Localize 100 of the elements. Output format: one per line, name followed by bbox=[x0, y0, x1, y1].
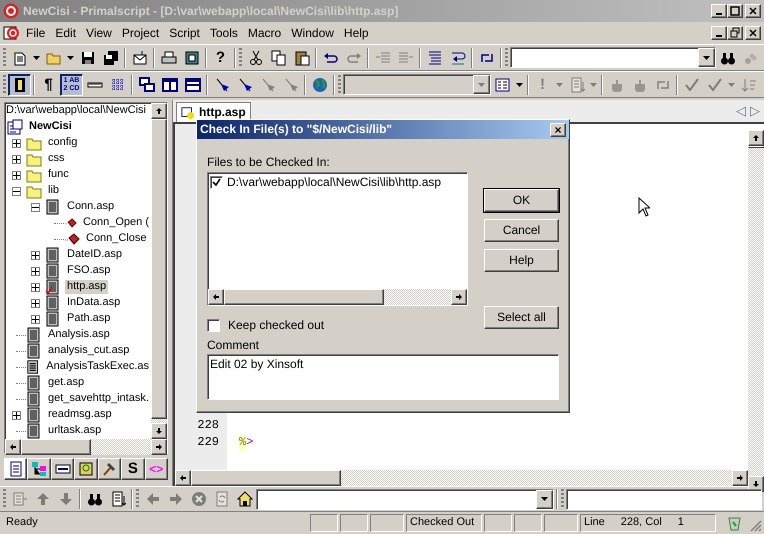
expand-button[interactable] bbox=[31, 298, 40, 308]
menu-item[interactable]: Edit bbox=[50, 26, 82, 40]
collapse-button[interactable] bbox=[12, 186, 21, 196]
scroll-left-button[interactable] bbox=[208, 289, 224, 306]
menu-item[interactable]: Help bbox=[338, 26, 374, 40]
tree-item[interactable]: lib bbox=[46, 184, 62, 198]
menu-item[interactable]: Script bbox=[164, 26, 205, 40]
scroll-up-button[interactable] bbox=[151, 103, 167, 119]
dialog-button[interactable]: Cancel bbox=[484, 219, 559, 242]
dialog-button[interactable]: Help bbox=[484, 249, 559, 272]
scroll-tabs-left[interactable]: ◁ bbox=[736, 103, 746, 119]
tree-item[interactable]: http.asp bbox=[65, 280, 108, 294]
expand-button[interactable] bbox=[31, 314, 40, 324]
plus-icon bbox=[32, 316, 39, 322]
scroll-right-button[interactable] bbox=[732, 470, 748, 486]
dropdown-button[interactable] bbox=[536, 490, 553, 508]
horizontal-scrollbar[interactable] bbox=[175, 470, 748, 486]
toolbar-button[interactable] bbox=[8, 74, 31, 96]
file-path: D:\var\webapp\local\NewCisi\lib\http.asp bbox=[227, 175, 442, 190]
dropdown-button[interactable] bbox=[698, 48, 715, 67]
tree-item[interactable]: func bbox=[46, 168, 71, 182]
expand-button[interactable] bbox=[12, 170, 21, 180]
scroll-left-button[interactable] bbox=[175, 470, 191, 486]
scroll-thumb[interactable] bbox=[21, 439, 91, 455]
minimize-button[interactable] bbox=[711, 26, 727, 40]
horizontal-scrollbar[interactable] bbox=[208, 289, 467, 306]
scroll-thumb[interactable] bbox=[748, 146, 764, 148]
tree-item[interactable]: Analysis.asp bbox=[46, 328, 112, 342]
scroll-down-button[interactable] bbox=[151, 423, 167, 439]
toolbar-button[interactable]: ? bbox=[209, 46, 232, 68]
collapse-button[interactable] bbox=[31, 202, 40, 212]
expand-button[interactable] bbox=[12, 410, 21, 420]
scroll-right-button[interactable] bbox=[151, 439, 167, 455]
expand-button[interactable] bbox=[12, 138, 21, 148]
panel-tab[interactable] bbox=[50, 458, 74, 480]
minimize-button[interactable] bbox=[711, 4, 727, 18]
tree-item[interactable]: FSO.asp bbox=[65, 264, 112, 278]
expand-button[interactable] bbox=[12, 154, 21, 164]
maximize-button[interactable] bbox=[727, 4, 743, 18]
tree-item[interactable]: config bbox=[46, 136, 80, 150]
scroll-thumb[interactable] bbox=[191, 470, 341, 486]
menu-item[interactable]: File bbox=[21, 26, 50, 40]
comment-field[interactable]: Edit 02 by Xinsoft bbox=[207, 354, 559, 400]
vertical-scrollbar[interactable] bbox=[748, 130, 764, 492]
checkbox[interactable] bbox=[207, 319, 220, 332]
tree-item[interactable]: AnalysisTaskExec.as bbox=[44, 360, 151, 374]
menu-item[interactable]: Macro bbox=[242, 26, 286, 40]
menu-item[interactable]: View bbox=[81, 26, 117, 40]
scroll-left-button[interactable] bbox=[5, 439, 21, 455]
status-panel bbox=[514, 514, 542, 532]
combo-box[interactable] bbox=[510, 47, 716, 68]
tree-item[interactable]: urltask.asp bbox=[46, 424, 104, 438]
resize-grip-icon[interactable] bbox=[750, 520, 762, 532]
panel-tab[interactable] bbox=[4, 458, 28, 480]
expand-button[interactable] bbox=[31, 266, 40, 276]
checkbox-label[interactable]: Keep checked out bbox=[228, 318, 324, 333]
lines-icon bbox=[426, 50, 442, 66]
tree-item[interactable]: get_savehttp_intask. bbox=[46, 392, 151, 406]
expand-button[interactable] bbox=[31, 250, 40, 260]
new-document-icon bbox=[12, 50, 28, 66]
tree-item[interactable]: InData.asp bbox=[65, 296, 122, 310]
rows-icon bbox=[184, 76, 200, 92]
combo-box[interactable] bbox=[256, 488, 554, 510]
panel-tab[interactable] bbox=[27, 458, 51, 480]
horizontal-scrollbar[interactable] bbox=[5, 439, 167, 455]
tree-item[interactable]: get.asp bbox=[46, 376, 86, 390]
columns-icon bbox=[162, 76, 178, 92]
scroll-up-button[interactable] bbox=[748, 130, 764, 146]
restore-button[interactable] bbox=[727, 26, 743, 40]
close-button[interactable] bbox=[745, 4, 761, 18]
caret-icon bbox=[728, 82, 735, 86]
preview-icon bbox=[184, 50, 200, 66]
tree-item[interactable]: Conn.asp bbox=[65, 200, 116, 214]
library-icon bbox=[78, 461, 94, 477]
menu-item[interactable]: Tools bbox=[204, 26, 243, 40]
menu-item[interactable]: Window bbox=[286, 26, 339, 40]
panel-tab[interactable] bbox=[98, 458, 122, 480]
script-file-icon bbox=[181, 106, 195, 120]
menu-item[interactable]: Project bbox=[116, 26, 164, 40]
tree-item[interactable]: Conn_Close bbox=[84, 232, 149, 246]
panel-tab[interactable] bbox=[74, 458, 98, 480]
text-field[interactable] bbox=[566, 488, 762, 510]
tree-item[interactable]: DateID.asp bbox=[65, 248, 124, 262]
tree-item[interactable]: Path.asp bbox=[65, 312, 112, 326]
dialog-button[interactable]: Select all bbox=[484, 306, 559, 329]
tree-item[interactable]: css bbox=[46, 152, 66, 166]
tree-item[interactable]: Conn_Open ( bbox=[80, 216, 151, 230]
tree-item[interactable]: NewCisi bbox=[27, 120, 74, 134]
panel-tab[interactable]: S bbox=[121, 458, 145, 480]
scroll-right-button[interactable] bbox=[451, 289, 467, 306]
scroll-tabs-right[interactable]: ▷ bbox=[750, 103, 760, 119]
close-button[interactable] bbox=[745, 26, 761, 40]
dialog-button[interactable]: OK bbox=[484, 189, 559, 212]
tree-item[interactable]: analysis_cut.asp bbox=[46, 344, 132, 358]
expand-button[interactable] bbox=[31, 282, 40, 292]
scroll-thumb[interactable] bbox=[224, 289, 384, 306]
tree-item[interactable]: readmsg.asp bbox=[46, 408, 114, 422]
document-menu-icon[interactable] bbox=[3, 25, 21, 41]
close-button[interactable]: × bbox=[550, 122, 566, 136]
toolbar-button[interactable]: ¶ bbox=[37, 74, 60, 96]
